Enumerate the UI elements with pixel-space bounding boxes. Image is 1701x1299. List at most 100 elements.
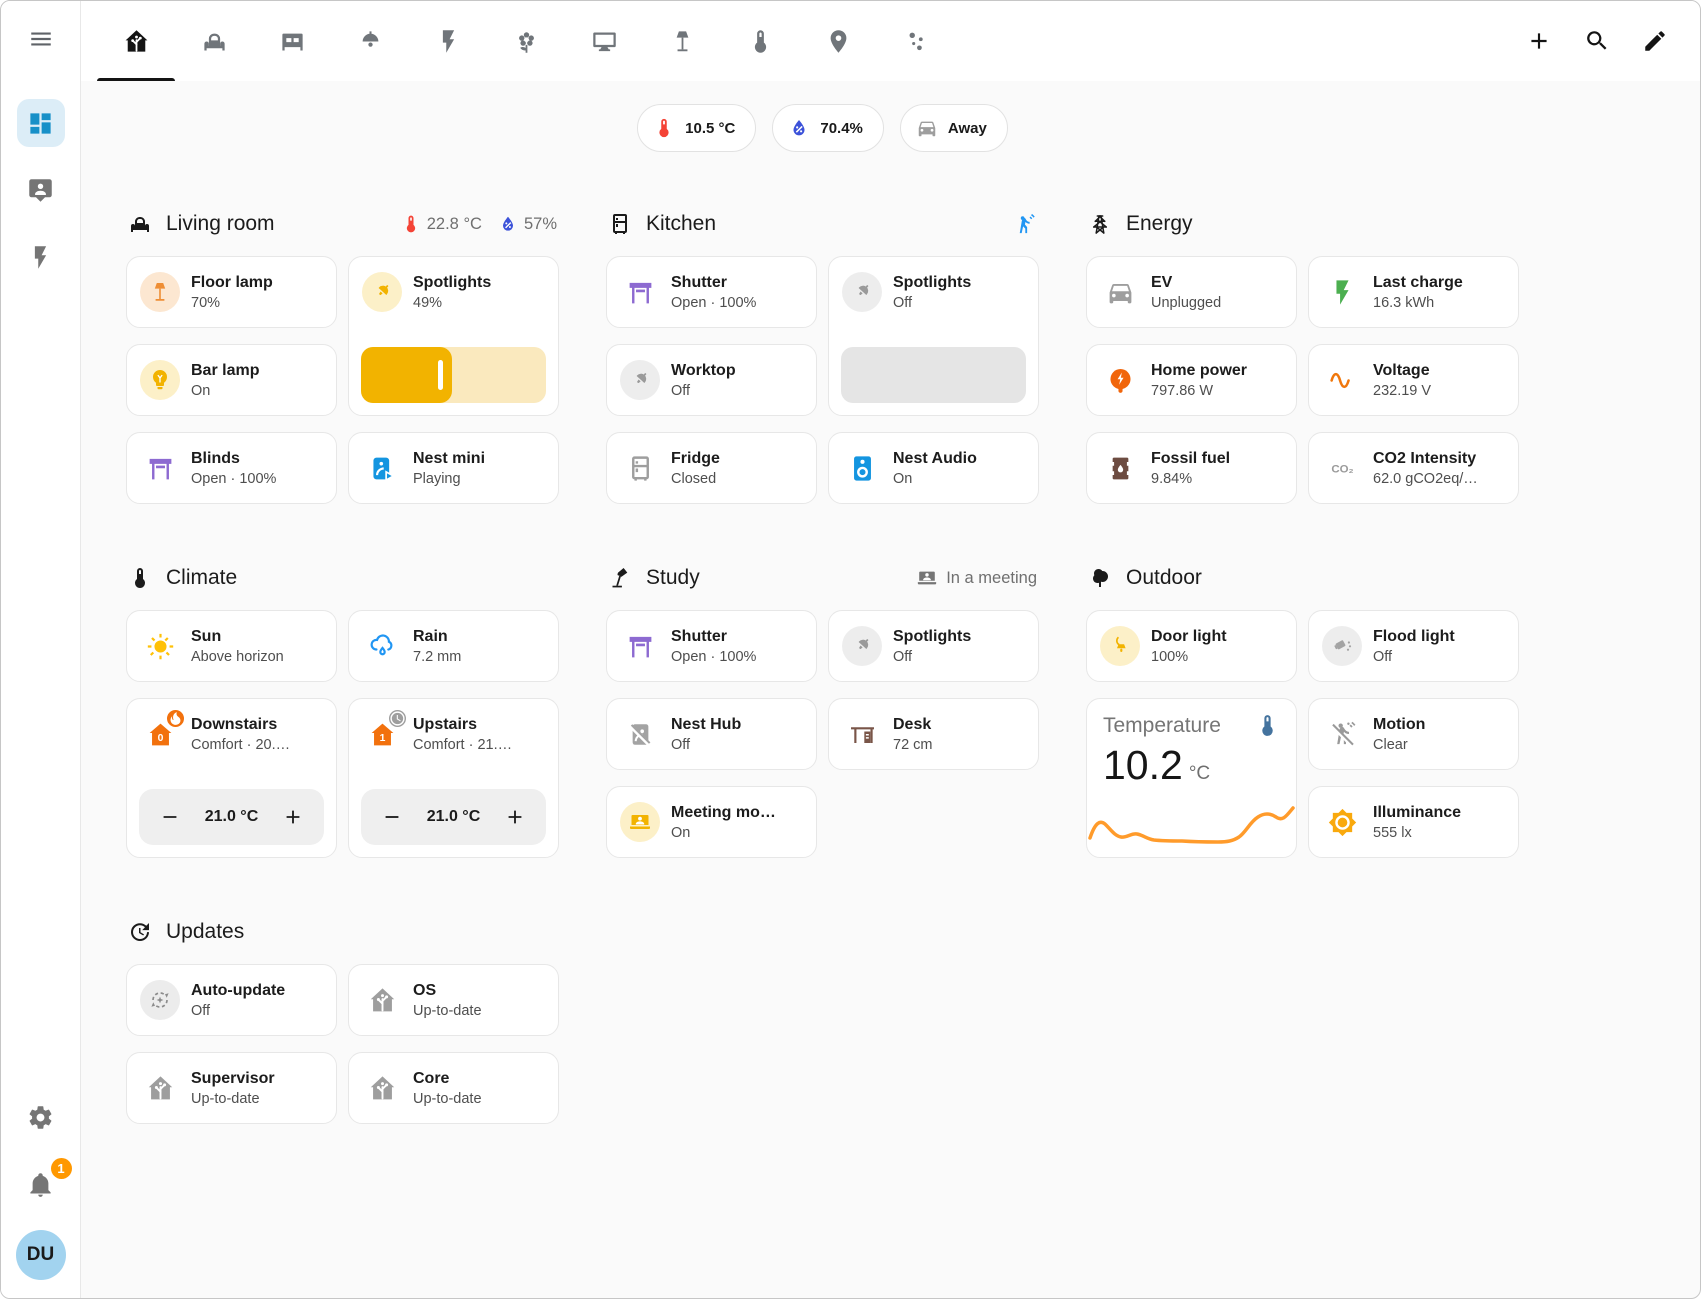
barrel-icon[interactable] [1100, 448, 1140, 488]
chip-70-4[interactable]: 70.4% [772, 104, 884, 152]
card-co2-intensity[interactable]: CO₂ CO2 Intensity 62.0 gCO2eq/… [1308, 432, 1519, 504]
card-nest-mini[interactable]: Nest mini Playing [348, 432, 559, 504]
brightness-7-icon[interactable] [1322, 802, 1362, 842]
floor-lamp-icon[interactable] [140, 272, 180, 312]
add-button[interactable] [1516, 18, 1562, 64]
co2-icon[interactable]: CO₂ [1322, 448, 1362, 488]
search-button[interactable] [1574, 18, 1620, 64]
ceiling-light-icon[interactable] [362, 272, 402, 312]
tab-monitor[interactable] [565, 1, 643, 81]
window-shutter-icon[interactable] [140, 448, 180, 488]
cast-audio-icon[interactable] [362, 448, 402, 488]
tab-sofa[interactable] [175, 1, 253, 81]
brightness-slider[interactable] [841, 347, 1026, 403]
card-door-light[interactable]: Door light 100% [1086, 610, 1297, 682]
home-assistant-icon[interactable] [362, 1068, 402, 1108]
plus-button[interactable] [500, 802, 530, 832]
card-core[interactable]: Core Up-to-date [348, 1052, 559, 1124]
chip-10-5-c[interactable]: 10.5 °C [637, 104, 756, 152]
ceiling-light-icon[interactable] [842, 272, 882, 312]
tab-floor-lamp[interactable] [643, 1, 721, 81]
tab-flower[interactable] [487, 1, 565, 81]
header-stat[interactable]: 22.8 °C [401, 214, 482, 234]
card-downstairs[interactable]: 0 Downstairs Comfort · 20.… 21.0 °C [126, 698, 337, 858]
fridge-icon[interactable] [620, 448, 660, 488]
card-floor-lamp[interactable]: Floor lamp 70% [126, 256, 337, 328]
card-spotlights[interactable]: Spotlights Off [828, 610, 1039, 682]
card-illuminance[interactable]: Illuminance 555 lx [1308, 786, 1519, 858]
laptop-account-icon[interactable] [620, 802, 660, 842]
tab-bed[interactable] [253, 1, 331, 81]
settings-button[interactable] [17, 1096, 65, 1144]
wall-sconce-icon[interactable] [1100, 626, 1140, 666]
card-temperature[interactable]: Temperature 10.2 °C [1086, 698, 1297, 858]
edit-button[interactable] [1632, 18, 1678, 64]
card-voltage[interactable]: Voltage 232.19 V [1308, 344, 1519, 416]
card-rain[interactable]: Rain 7.2 mm [348, 610, 559, 682]
brightness-slider[interactable] [361, 347, 546, 403]
card-desk[interactable]: Desk 72 cm [828, 698, 1039, 770]
card-nest-audio[interactable]: Nest Audio On [828, 432, 1039, 504]
card-home-power[interactable]: Home power 797.86 W [1086, 344, 1297, 416]
card-auto-update[interactable]: Auto-update Off [126, 964, 337, 1036]
ceiling-light-icon[interactable] [842, 626, 882, 666]
weather-rainy-icon[interactable] [362, 626, 402, 666]
sidebar-item-dashboards[interactable] [17, 99, 65, 147]
sidebar-item-energy-panel[interactable] [17, 233, 65, 281]
motion-sensor-icon[interactable] [1014, 213, 1037, 236]
speaker-icon[interactable] [842, 448, 882, 488]
minus-button[interactable] [377, 802, 407, 832]
sun-icon[interactable] [140, 626, 180, 666]
tab-flash[interactable] [409, 1, 487, 81]
autorenew-icon[interactable] [140, 980, 180, 1020]
card-bar-lamp[interactable]: Bar lamp On [126, 344, 337, 416]
card-spotlights[interactable]: Spotlights 49% [348, 256, 559, 416]
window-shutter-icon[interactable] [620, 626, 660, 666]
menu-button[interactable] [1, 1, 80, 81]
tab-ceiling-lamp[interactable] [331, 1, 409, 81]
car-icon[interactable] [1100, 272, 1140, 312]
cast-off-icon[interactable] [620, 714, 660, 754]
card-spotlights[interactable]: Spotlights Off [828, 256, 1039, 416]
plus-button[interactable] [278, 802, 308, 832]
card-motion[interactable]: Motion Clear [1308, 698, 1519, 770]
card-supervisor[interactable]: Supervisor Up-to-date [126, 1052, 337, 1124]
avatar[interactable]: DU [16, 1230, 66, 1280]
header-stat[interactable]: 57% [498, 214, 557, 234]
home-floor-0-icon[interactable]: 0 [140, 714, 180, 754]
header-status[interactable]: In a meeting [916, 567, 1037, 589]
power-plug-circle-icon[interactable] [1100, 360, 1140, 400]
card-sun[interactable]: Sun Above horizon [126, 610, 337, 682]
minus-button[interactable] [155, 802, 185, 832]
card-worktop[interactable]: Worktop Off [606, 344, 817, 416]
card-flood-light[interactable]: Flood light Off [1308, 610, 1519, 682]
card-last-charge[interactable]: Last charge 16.3 kWh [1308, 256, 1519, 328]
card-shutter[interactable]: Shutter Open · 100% [606, 610, 817, 682]
card-fossil-fuel[interactable]: Fossil fuel 9.84% [1086, 432, 1297, 504]
card-nest-hub[interactable]: Nest Hub Off [606, 698, 817, 770]
home-floor-1-icon[interactable]: 1 [362, 714, 402, 754]
card-fridge[interactable]: Fridge Closed [606, 432, 817, 504]
tab-thermometer[interactable] [721, 1, 799, 81]
home-assistant-icon[interactable] [140, 1068, 180, 1108]
card-os[interactable]: OS Up-to-date [348, 964, 559, 1036]
tab-map-marker[interactable] [799, 1, 877, 81]
card-ev[interactable]: EV Unplugged [1086, 256, 1297, 328]
ceiling-light-icon[interactable] [620, 360, 660, 400]
motion-off-icon[interactable] [1322, 714, 1362, 754]
sidebar-item-profile-panel[interactable] [17, 166, 65, 214]
tab-home-assistant[interactable] [97, 1, 175, 81]
card-shutter[interactable]: Shutter Open · 100% [606, 256, 817, 328]
notifications-button[interactable]: 1 [17, 1163, 65, 1211]
tab-dots[interactable] [877, 1, 955, 81]
desk-icon[interactable] [842, 714, 882, 754]
card-upstairs[interactable]: 1 Upstairs Comfort · 21.… 21.0 °C [348, 698, 559, 858]
card-blinds[interactable]: Blinds Open · 100% [126, 432, 337, 504]
window-shutter-icon[interactable] [620, 272, 660, 312]
sine-wave-icon[interactable] [1322, 360, 1362, 400]
flash-icon[interactable] [1322, 272, 1362, 312]
home-assistant-icon[interactable] [362, 980, 402, 1020]
flood-light-icon[interactable] [1322, 626, 1362, 666]
lightbulb-icon[interactable] [140, 360, 180, 400]
card-meeting-mo[interactable]: Meeting mo… On [606, 786, 817, 858]
